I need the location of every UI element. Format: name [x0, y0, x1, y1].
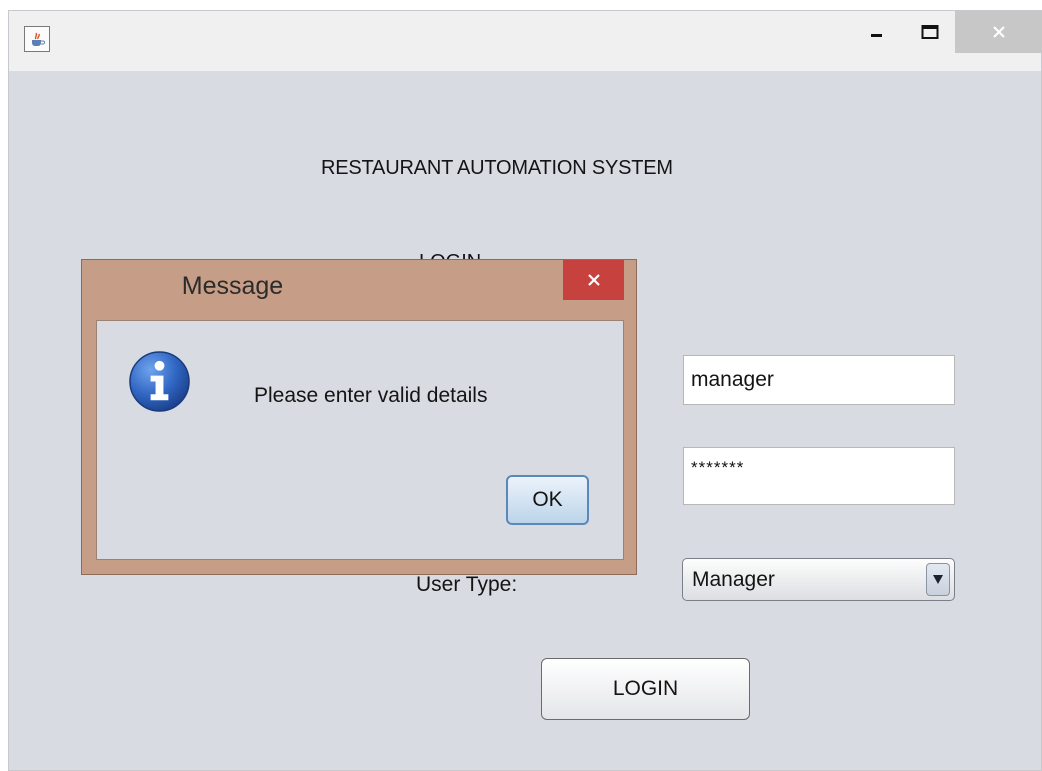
message-dialog: Message Please enter valid details OK — [81, 259, 637, 575]
close-icon — [587, 274, 600, 286]
java-cup-icon[interactable] — [24, 26, 50, 52]
dialog-close-button[interactable] — [563, 260, 624, 300]
user-type-label: User Type: — [416, 573, 518, 596]
username-field[interactable]: manager — [683, 355, 955, 405]
title-bar — [9, 11, 1042, 71]
close-button[interactable] — [955, 11, 1042, 53]
user-type-select[interactable]: Manager — [682, 558, 955, 601]
login-button[interactable]: LOGIN — [541, 658, 750, 720]
maximize-button[interactable] — [907, 11, 953, 53]
dialog-message: Please enter valid details — [254, 384, 488, 407]
ok-button[interactable]: OK — [506, 475, 589, 525]
minimize-button[interactable] — [854, 11, 900, 53]
close-icon — [993, 26, 1005, 38]
info-icon — [129, 351, 190, 412]
page-title: RESTAURANT AUTOMATION SYSTEM — [321, 157, 673, 179]
maximize-icon — [921, 25, 939, 39]
minimize-icon — [871, 34, 882, 37]
dropdown-arrow-icon[interactable] — [926, 563, 950, 596]
password-field[interactable]: ******* — [683, 447, 955, 505]
dialog-title: Message — [181, 272, 284, 300]
user-type-value: Manager — [692, 568, 775, 591]
dialog-body: Please enter valid details OK — [96, 320, 624, 560]
